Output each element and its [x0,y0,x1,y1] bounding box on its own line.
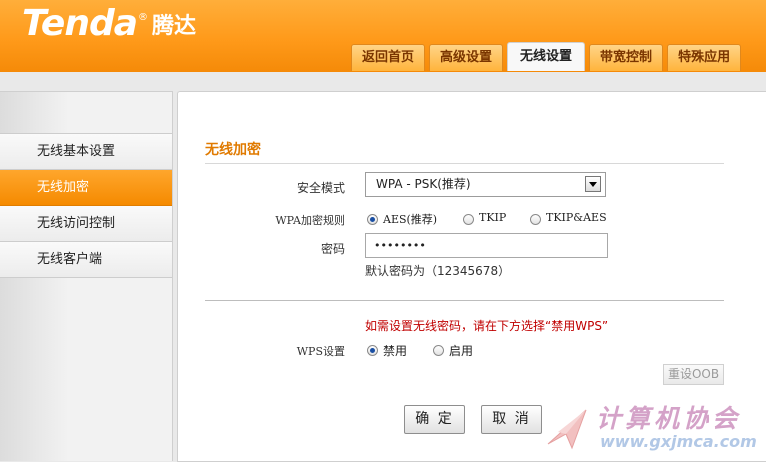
radio-wps-disable[interactable] [367,345,378,356]
reset-oob-button[interactable]: 重设OOB [663,364,724,385]
wps-label: WPS设置 [296,345,345,358]
top-header: Tenda ® 腾达 返回首页 高级设置 无线设置 带宽控制 特殊应用 [0,0,766,72]
sidebar-item-wireless-clients[interactable]: 无线客户端 [0,242,172,278]
tab-bandwidth-control[interactable]: 带宽控制 [589,44,664,71]
password-value: •••••••• [374,239,426,252]
password-input[interactable]: •••••••• [365,233,608,258]
watermark: 计算机协会 www.gxjmca.com [540,396,766,460]
sidebar-item-wireless-access-control[interactable]: 无线访问控制 [0,206,172,242]
radio-aes-label: AES(推荐) [383,213,438,226]
ok-button[interactable]: 确 定 [404,405,465,434]
radio-tkip-aes[interactable] [530,214,541,225]
radio-wps-disable-label: 禁用 [383,344,408,358]
logo-text-cn: 腾达 [152,14,197,39]
tab-wireless-settings[interactable]: 无线设置 [507,42,586,71]
section-divider [205,163,724,164]
chevron-down-icon[interactable] [585,176,601,192]
radio-tkip[interactable] [463,214,474,225]
sidebar: 无线基本设置 无线加密 无线访问控制 无线客户端 [0,91,173,461]
wpa-rule-label: WPA加密规则 [275,214,345,227]
registered-mark: ® [138,12,149,23]
sidebar-spacer [0,92,172,134]
radio-tkip-aes-label: TKIP&AES [546,211,607,224]
main-nav-tabs: 返回首页 高级设置 无线设置 带宽控制 特殊应用 [351,42,745,72]
password-label: 密码 [320,242,345,256]
watermark-url: www.gxjmca.com [600,432,757,451]
wps-warning-text: 如需设置无线密码，请在下方选择“禁用WPS” [365,319,609,333]
watermark-arrow-icon [547,409,587,450]
tab-special-applications[interactable]: 特殊应用 [667,44,742,71]
cancel-button[interactable]: 取 消 [481,405,542,434]
password-hint: 默认密码为（12345678） [365,264,511,278]
security-mode-select[interactable]: WPA - PSK(推荐) [365,172,606,197]
tenda-logo: Tenda ® 腾达 [22,2,196,46]
radio-tkip-label: TKIP [479,211,507,224]
security-mode-value: WPA - PSK(推荐) [376,177,471,191]
radio-wps-enable-label: 启用 [449,344,474,358]
wps-divider [205,300,724,301]
sidebar-item-wireless-encryption[interactable]: 无线加密 [0,170,172,206]
sidebar-item-wireless-basic[interactable]: 无线基本设置 [0,134,172,170]
section-title: 无线加密 [205,142,261,158]
tab-advanced-settings[interactable]: 高级设置 [429,44,504,71]
tab-home[interactable]: 返回首页 [351,44,426,71]
security-mode-label: 安全模式 [296,181,345,195]
watermark-title: 计算机协会 [596,404,742,433]
logo-text-en: Tenda [22,3,138,44]
radio-aes[interactable] [367,214,378,225]
radio-wps-enable[interactable] [433,345,444,356]
